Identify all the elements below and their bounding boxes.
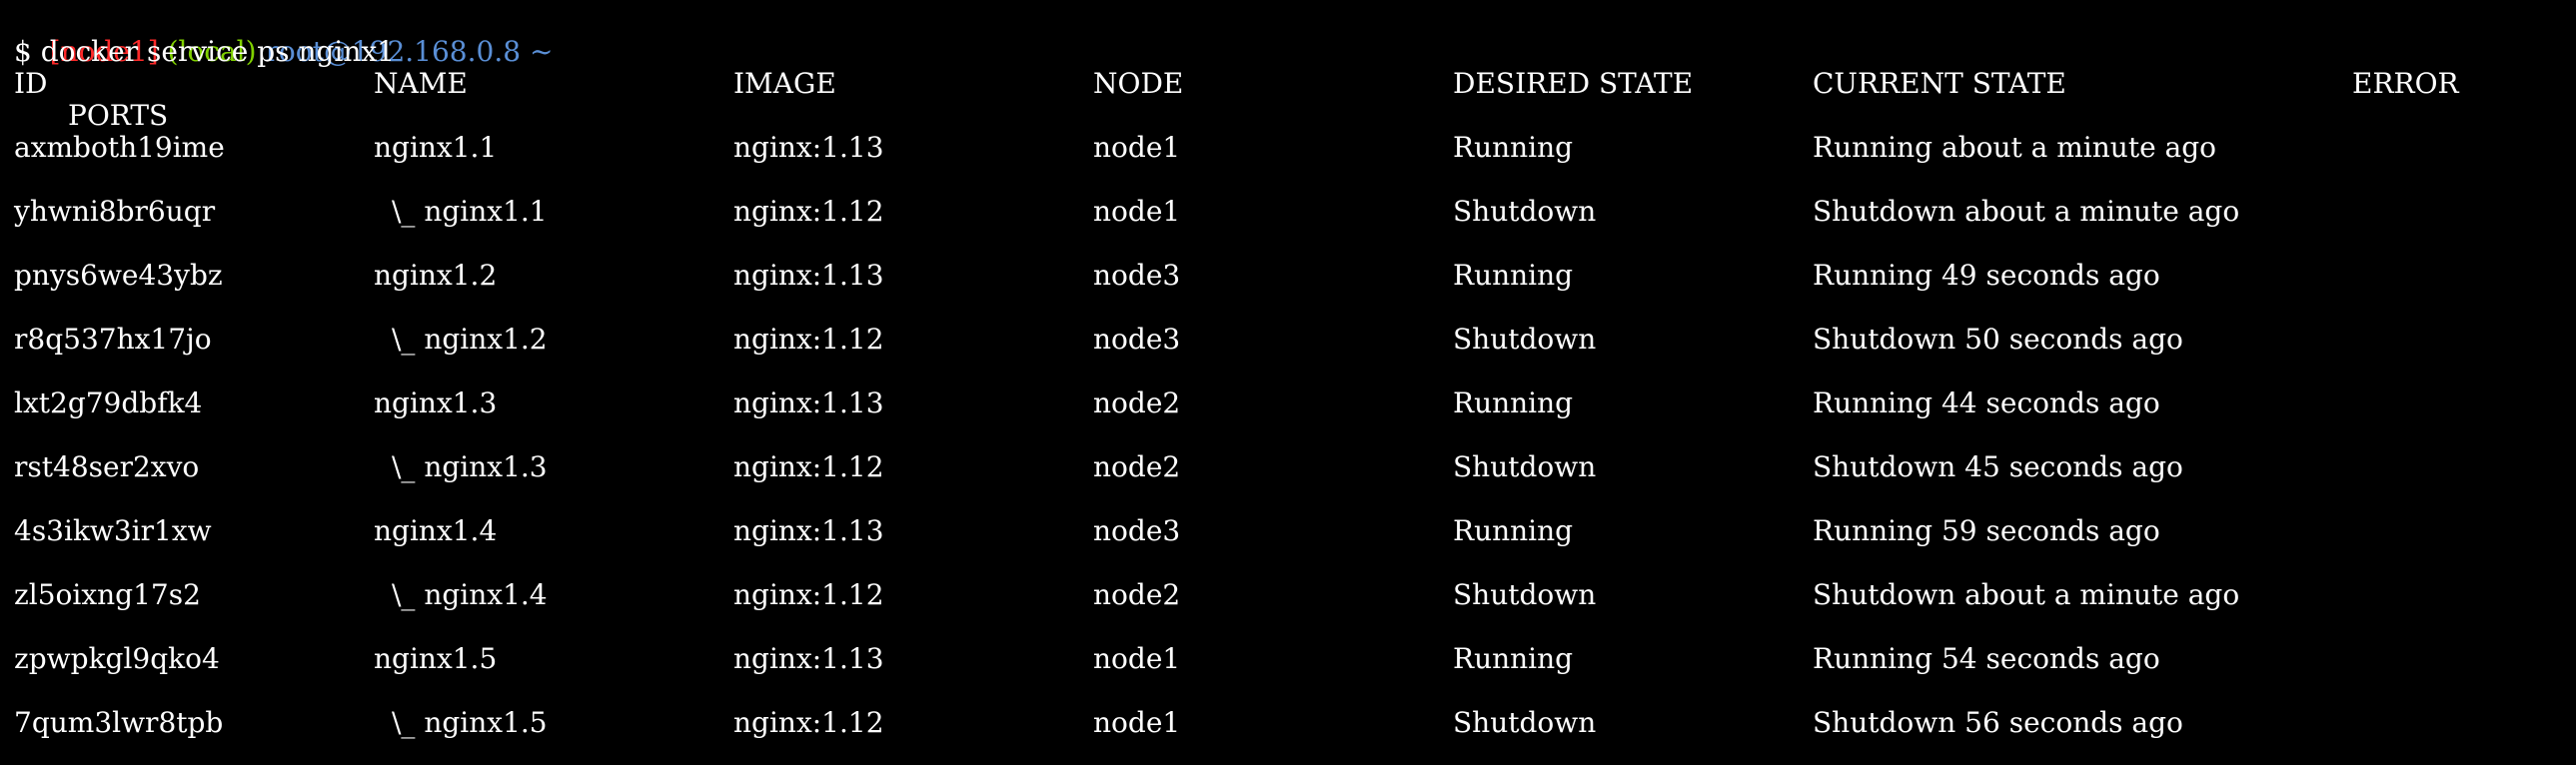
task-node: node1	[1093, 131, 1181, 164]
task-image: nginx:1.12	[733, 195, 884, 228]
task-name: \_ nginx1.2	[392, 323, 548, 356]
task-node: node2	[1093, 386, 1181, 419]
task-desired-state: Running	[1453, 514, 1574, 547]
task-id: axmboth19ime	[14, 131, 225, 164]
task-desired-state: Shutdown	[1453, 195, 1597, 228]
shell-prompt: [node1] (local) root@192.168.0.8 ~	[14, 4, 554, 68]
table-row: pnys6we43ybz nginx1.2 nginx:1.13 node3 R…	[14, 260, 2572, 292]
task-id: zpwpkgl9qko4	[14, 642, 220, 675]
task-name: nginx1.4	[374, 514, 498, 547]
task-name: nginx1.2	[374, 259, 498, 292]
task-current-state: Running 49 seconds ago	[1813, 259, 2160, 292]
task-node: node3	[1093, 514, 1181, 547]
table-row: lxt2g79dbfk4 nginx1.3 nginx:1.13 node2 R…	[14, 387, 2572, 419]
task-desired-state: Shutdown	[1453, 450, 1597, 483]
table-row: zpwpkgl9qko4 nginx1.5 nginx:1.13 node1 R…	[14, 643, 2572, 675]
table-header: ID NAME IMAGE NODE DESIRED STATE CURRENT…	[14, 68, 2572, 100]
task-id: pnys6we43ybz	[14, 259, 223, 292]
task-node: node1	[1093, 195, 1181, 228]
task-current-state: Shutdown about a minute ago	[1813, 195, 2240, 228]
task-node: node3	[1093, 259, 1181, 292]
task-current-state: Shutdown 56 seconds ago	[1813, 706, 2183, 739]
task-current-state: Running about a minute ago	[1813, 131, 2217, 164]
task-desired-state: Running	[1453, 642, 1574, 675]
task-image: nginx:1.12	[733, 578, 884, 611]
task-node: node2	[1093, 578, 1181, 611]
task-desired-state: Shutdown	[1453, 323, 1597, 356]
task-node: node1	[1093, 642, 1181, 675]
task-desired-state: Running	[1453, 131, 1574, 164]
task-id: rst48ser2xvo	[14, 450, 200, 483]
task-node: node2	[1093, 450, 1181, 483]
table-row: 4s3ikw3ir1xw nginx1.4 nginx:1.13 node3 R…	[14, 515, 2572, 547]
task-image: nginx:1.13	[733, 386, 884, 419]
header-image: IMAGE	[733, 67, 836, 100]
task-id: yhwni8br6uqr	[14, 195, 216, 228]
header-id: ID	[14, 67, 48, 100]
task-image: nginx:1.13	[733, 642, 884, 675]
task-image: nginx:1.12	[733, 450, 884, 483]
task-name: \_ nginx1.4	[392, 578, 548, 611]
task-name: nginx1.1	[374, 131, 498, 164]
task-id: zl5oixng17s2	[14, 578, 201, 611]
task-desired-state: Running	[1453, 386, 1574, 419]
task-id: 7qum3lwr8tpb	[14, 706, 224, 739]
task-image: nginx:1.12	[733, 706, 884, 739]
task-node: node1	[1093, 706, 1181, 739]
task-desired-state: Shutdown	[1453, 578, 1597, 611]
header-desired-state: DESIRED STATE	[1453, 67, 1694, 100]
header-current-state: CURRENT STATE	[1813, 67, 2066, 100]
table-row: axmboth19ime nginx1.1 nginx:1.13 node1 R…	[14, 132, 2572, 164]
task-image: nginx:1.13	[733, 259, 884, 292]
task-desired-state: Shutdown	[1453, 706, 1597, 739]
task-current-state: Running 59 seconds ago	[1813, 514, 2160, 547]
table-row: yhwni8br6uqr \_ nginx1.1 nginx:1.12 node…	[14, 196, 2572, 228]
table-row: 7qum3lwr8tpb \_ nginx1.5 nginx:1.12 node…	[14, 707, 2572, 739]
task-image: nginx:1.13	[733, 131, 884, 164]
table-row: r8q537hx17jo \_ nginx1.2 nginx:1.12 node…	[14, 324, 2572, 356]
task-id: r8q537hx17jo	[14, 323, 212, 356]
table-row: zl5oixng17s2 \_ nginx1.4 nginx:1.12 node…	[14, 579, 2572, 611]
task-id: 4s3ikw3ir1xw	[14, 514, 212, 547]
task-name: \_ nginx1.1	[392, 195, 548, 228]
header-name: NAME	[374, 67, 468, 100]
terminal-window[interactable]: [node1] (local) root@192.168.0.8 ~ $ doc…	[0, 0, 2576, 765]
task-name: \_ nginx1.3	[392, 450, 548, 483]
task-image: nginx:1.13	[733, 514, 884, 547]
header-node: NODE	[1093, 67, 1184, 100]
task-name: \_ nginx1.5	[392, 706, 548, 739]
header-ports: PORTS	[68, 99, 169, 132]
task-id: lxt2g79dbfk4	[14, 386, 203, 419]
task-name: nginx1.3	[374, 386, 498, 419]
task-current-state: Running 54 seconds ago	[1813, 642, 2160, 675]
task-current-state: Shutdown about a minute ago	[1813, 578, 2240, 611]
table-row: rst48ser2xvo \_ nginx1.3 nginx:1.12 node…	[14, 451, 2572, 483]
task-current-state: Shutdown 45 seconds ago	[1813, 450, 2183, 483]
task-current-state: Shutdown 50 seconds ago	[1813, 323, 2183, 356]
header-error: ERROR	[2352, 67, 2459, 100]
task-name: nginx1.5	[374, 642, 498, 675]
command-line: $ docker service ps nginx1	[14, 35, 395, 68]
task-node: node3	[1093, 323, 1181, 356]
task-desired-state: Running	[1453, 259, 1574, 292]
task-current-state: Running 44 seconds ago	[1813, 386, 2160, 419]
task-image: nginx:1.12	[733, 323, 884, 356]
